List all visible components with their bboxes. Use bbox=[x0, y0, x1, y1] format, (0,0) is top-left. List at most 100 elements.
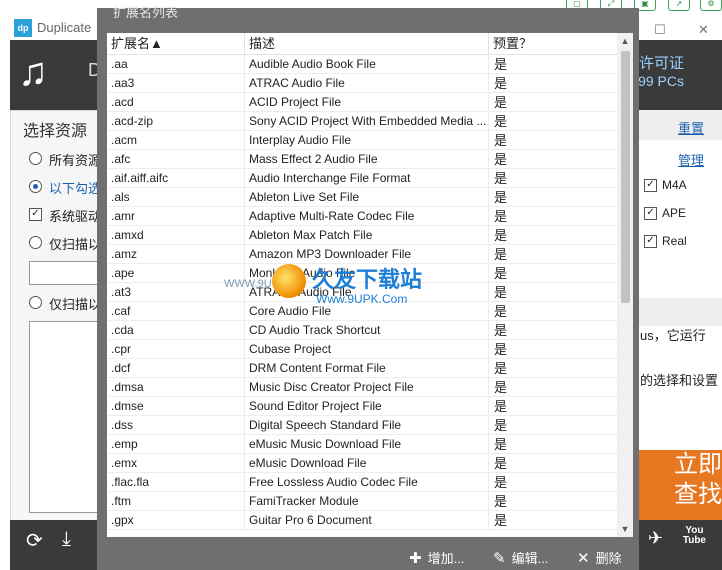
table-row[interactable]: .amr Adaptive Multi-Rate Codec File 是 bbox=[107, 207, 617, 226]
description-cell: Ableton Live Set File bbox=[244, 188, 488, 207]
description-cell: Music Disc Creator Project File bbox=[244, 378, 488, 397]
license-label[interactable]: 许可证 bbox=[639, 52, 684, 73]
table-row[interactable]: .dmsa Music Disc Creator Project File 是 bbox=[107, 378, 617, 397]
table-row[interactable]: .flac.fla Free Lossless Audio Codec File 是 bbox=[107, 473, 617, 492]
description-cell: ATRAC3 Audio File bbox=[244, 283, 488, 302]
option-label: 系统驱动 bbox=[49, 209, 102, 224]
extension-grid[interactable]: 扩展名▲ 描述 预置？ .aa Audible Audio Book File 是.… bbox=[107, 33, 633, 537]
scrollbar-thumb[interactable] bbox=[621, 51, 630, 303]
column-header-preset[interactable]: 预置？ bbox=[488, 33, 617, 54]
table-row[interactable]: .emx eMusic Download File 是 bbox=[107, 454, 617, 473]
preset-cell: 是 bbox=[488, 131, 617, 150]
option-label: 以下勾选 bbox=[49, 181, 102, 196]
maximize-icon[interactable]: ☐ bbox=[654, 22, 666, 38]
path-input[interactable] bbox=[29, 261, 103, 285]
description-cell: Core Audio File bbox=[244, 302, 488, 321]
checkbox-real[interactable]: ✓ bbox=[644, 235, 657, 248]
preset-cell: 是 bbox=[488, 264, 617, 283]
description-cell: Sound Editor Project File bbox=[244, 397, 488, 416]
preset-cell: 是 bbox=[488, 188, 617, 207]
table-row[interactable]: .cpr Cubase Project 是 bbox=[107, 340, 617, 359]
description-cell: Digital Speech Standard File bbox=[244, 416, 488, 435]
table-row[interactable]: .gpx Guitar Pro 6 Document 是 bbox=[107, 511, 617, 530]
preset-cell: 是 bbox=[488, 397, 617, 416]
preset-cell: 是 bbox=[488, 112, 617, 131]
table-row[interactable]: .amz Amazon MP3 Downloader File 是 bbox=[107, 245, 617, 264]
column-header-extension[interactable]: 扩展名▲ bbox=[107, 33, 244, 54]
extension-cell: .cda bbox=[111, 323, 134, 337]
scroll-down-icon[interactable]: ▼ bbox=[617, 521, 633, 537]
dialog-title: 扩展名列表 bbox=[113, 5, 179, 20]
table-row[interactable]: .emp eMusic Music Download File 是 bbox=[107, 435, 617, 454]
radio-scan-only-1[interactable] bbox=[29, 236, 42, 249]
table-row[interactable]: .aa3 ATRAC Audio File 是 bbox=[107, 74, 617, 93]
option-label: 仅扫描以 bbox=[49, 237, 102, 252]
search-button-line: 查找 bbox=[674, 481, 722, 508]
radio-all-sources[interactable] bbox=[29, 152, 42, 165]
youtube-icon[interactable]: You Tube bbox=[683, 526, 706, 546]
extension-cell: .caf bbox=[111, 304, 131, 318]
download-icon[interactable]: ⤓ bbox=[62, 528, 71, 551]
preset-cell: 是 bbox=[488, 150, 617, 169]
toolbar-settings-icon[interactable]: ⚙ bbox=[700, 0, 722, 11]
reset-link[interactable]: 重置 bbox=[678, 118, 704, 137]
twitter-icon[interactable]: ✈ bbox=[648, 528, 663, 549]
plus-icon: ✚ bbox=[409, 550, 422, 567]
license-count: 99 PCs bbox=[638, 73, 684, 89]
vertical-scrollbar[interactable]: ▲ ▼ bbox=[617, 33, 633, 537]
extension-cell: .amxd bbox=[111, 228, 144, 242]
table-row[interactable]: .at3 ATRAC3 Audio File 是 bbox=[107, 283, 617, 302]
toolbar-export-icon[interactable]: ↗ bbox=[668, 0, 690, 11]
radio-checked-sources[interactable] bbox=[29, 180, 42, 193]
checkbox-m4a[interactable]: ✓ bbox=[644, 179, 657, 192]
table-row[interactable]: .afc Mass Effect 2 Audio File 是 bbox=[107, 150, 617, 169]
preset-cell: 是 bbox=[488, 55, 617, 74]
table-row[interactable]: .acd ACID Project File 是 bbox=[107, 93, 617, 112]
preset-cell: 是 bbox=[488, 492, 617, 511]
preset-cell: 是 bbox=[488, 321, 617, 340]
delete-button[interactable]: ✕ 删除 bbox=[577, 548, 622, 567]
extension-cell: .amz bbox=[111, 247, 138, 261]
checkbox-system-drive[interactable]: ✓ bbox=[29, 208, 42, 221]
close-icon[interactable]: ✕ bbox=[698, 22, 709, 38]
table-row[interactable]: .ape Monkey's Audio File 是 bbox=[107, 264, 617, 283]
app-title: Duplicate bbox=[37, 20, 92, 35]
preset-cell: 是 bbox=[488, 416, 617, 435]
table-row[interactable]: .dmse Sound Editor Project File 是 bbox=[107, 397, 617, 416]
table-row[interactable]: .dcf DRM Content Format File 是 bbox=[107, 359, 617, 378]
description-cell: Ableton Max Patch File bbox=[244, 226, 488, 245]
extension-cell: .emp bbox=[111, 437, 138, 451]
preset-cell: 是 bbox=[488, 511, 617, 530]
radio-scan-only-2[interactable] bbox=[29, 296, 42, 309]
table-row[interactable]: .amxd Ableton Max Patch File 是 bbox=[107, 226, 617, 245]
add-button[interactable]: ✚ 增加... bbox=[409, 548, 464, 567]
edit-button[interactable]: ✎ 编辑... bbox=[493, 548, 548, 567]
table-row[interactable]: .caf Core Audio File 是 bbox=[107, 302, 617, 321]
table-row[interactable]: .ftm FamiTracker Module 是 bbox=[107, 492, 617, 511]
folder-list[interactable] bbox=[29, 321, 103, 513]
option-label: 所有资源 bbox=[49, 153, 102, 168]
extension-cell: .acd bbox=[111, 95, 134, 109]
column-header-description[interactable]: 描述 bbox=[244, 33, 488, 54]
format-label: Real bbox=[662, 234, 687, 248]
table-row[interactable]: .aif.aiff.aifc Audio Interchange File For… bbox=[107, 169, 617, 188]
table-row[interactable]: .aa Audible Audio Book File 是 bbox=[107, 55, 617, 74]
checkbox-ape[interactable]: ✓ bbox=[644, 207, 657, 220]
youtube-label: Tube bbox=[682, 535, 706, 546]
table-row[interactable]: .als Ableton Live Set File 是 bbox=[107, 188, 617, 207]
refresh-icon[interactable]: ⟳ bbox=[26, 528, 43, 553]
description-cell: Amazon MP3 Downloader File bbox=[244, 245, 488, 264]
extension-cell: .als bbox=[111, 190, 130, 204]
table-row[interactable]: .acd-zip Sony ACID Project With Embedded … bbox=[107, 112, 617, 131]
extension-cell: .emx bbox=[111, 456, 138, 470]
format-label: M4A bbox=[662, 178, 687, 192]
search-now-button[interactable]: 立即 查找 bbox=[632, 450, 722, 522]
description-cell: CD Audio Track Shortcut bbox=[244, 321, 488, 340]
manage-link[interactable]: 管理 bbox=[678, 150, 704, 169]
extension-cell: .at3 bbox=[111, 285, 132, 299]
table-row[interactable]: .cda CD Audio Track Shortcut 是 bbox=[107, 321, 617, 340]
table-row[interactable]: .acm Interplay Audio File 是 bbox=[107, 131, 617, 150]
extension-cell: .cpr bbox=[111, 342, 132, 356]
table-row[interactable]: .dss Digital Speech Standard File 是 bbox=[107, 416, 617, 435]
scroll-up-icon[interactable]: ▲ bbox=[617, 33, 633, 49]
